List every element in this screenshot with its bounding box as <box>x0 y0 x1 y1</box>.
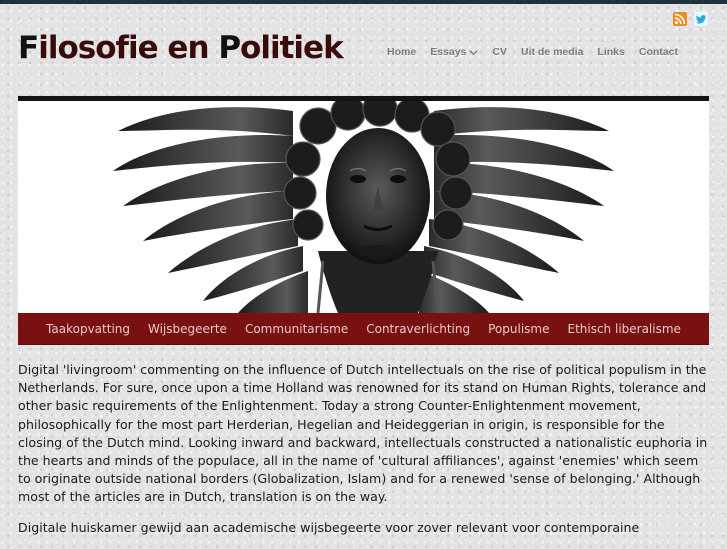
chevron-down-icon <box>469 49 478 55</box>
category-wijsbegeerte[interactable]: Wijsbegeerte <box>139 322 236 336</box>
nav-home-label: Home <box>387 46 417 58</box>
nav-cv-label: CV <box>492 46 507 58</box>
logo-initial-p: P <box>218 30 241 66</box>
main-content: Digital 'livingroom' commenting on the i… <box>18 361 710 549</box>
site-logo[interactable]: Filosofie en Politiek <box>18 30 344 66</box>
main-navigation: Home Essays CV Uit de media Links Contac… <box>380 46 685 58</box>
nav-links[interactable]: Links <box>590 46 631 58</box>
twitter-icon[interactable] <box>694 12 708 26</box>
nav-home[interactable]: Home <box>380 46 423 58</box>
intro-paragraph-dutch: Digitale huiskamer gewijd aan academisch… <box>18 519 640 535</box>
intro-paragraph-english: Digital 'livingroom' commenting on the i… <box>18 362 708 505</box>
logo-text-1: ilosofie en <box>38 30 219 66</box>
nav-essays-label: Essays <box>430 46 467 58</box>
category-taakopvatting[interactable]: Taakopvatting <box>37 322 139 336</box>
nav-uit-de-media[interactable]: Uit de media <box>514 46 590 58</box>
logo-text-2: olitiek <box>240 30 344 66</box>
top-bar <box>0 0 727 4</box>
angel-sculpture-image <box>18 101 709 313</box>
category-navigation: Taakopvatting Wijsbegeerte Communitarism… <box>18 313 709 345</box>
nav-links-label: Links <box>597 46 625 58</box>
nav-uit-de-media-label: Uit de media <box>520 46 584 58</box>
rss-icon[interactable] <box>673 12 687 26</box>
nav-cv[interactable]: CV <box>485 46 514 58</box>
social-links <box>673 12 708 26</box>
nav-contact[interactable]: Contact <box>632 46 685 58</box>
category-ethisch-liberalisme[interactable]: Ethisch liberalisme <box>558 322 689 336</box>
nav-contact-label: Contact <box>638 46 678 58</box>
category-communitarisme[interactable]: Communitarisme <box>236 322 357 336</box>
category-contraverlichting[interactable]: Contraverlichting <box>357 322 479 336</box>
header-banner-image <box>18 96 709 313</box>
nav-essays[interactable]: Essays <box>423 46 485 58</box>
logo-initial-f: F <box>18 30 39 66</box>
category-populisme[interactable]: Populisme <box>479 322 558 336</box>
